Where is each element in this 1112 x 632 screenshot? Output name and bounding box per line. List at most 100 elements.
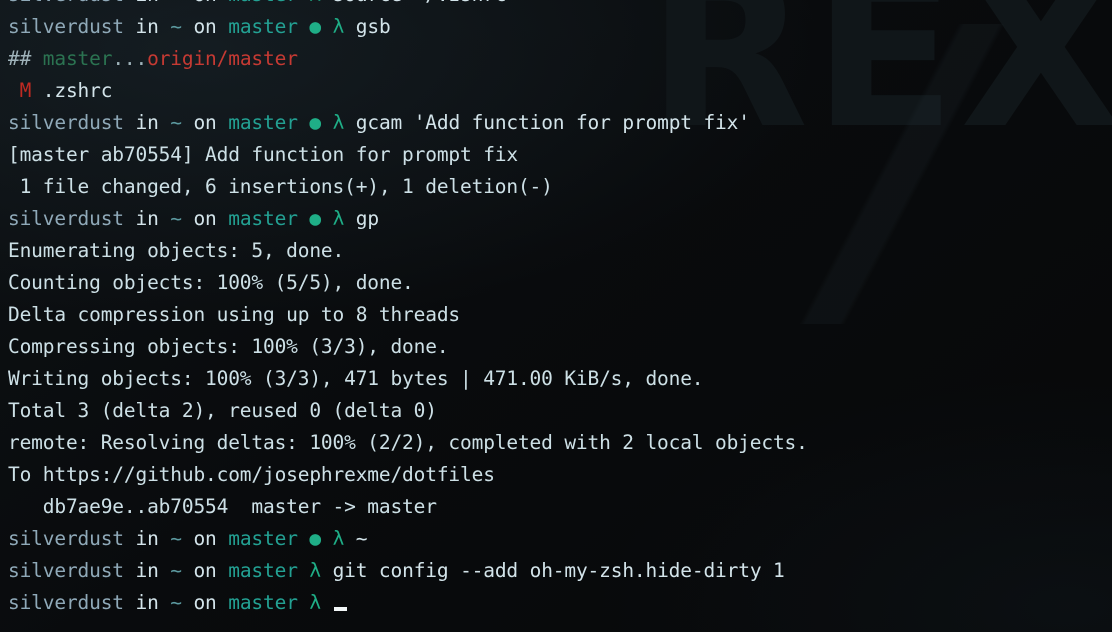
git-modified-file: .zshrc — [31, 79, 113, 102]
line-18-prompt-gitconfig[interactable]: silverdust in ~ on master λ git config -… — [0, 555, 1112, 587]
prompt-branch: master — [228, 0, 298, 6]
line-5-commit-result: [master ab70554] Add function for prompt… — [0, 139, 1112, 171]
output-text: Enumerating objects: 5, done. — [8, 239, 345, 262]
text-cursor — [333, 607, 347, 611]
git-status-hash: ## — [8, 47, 43, 70]
prompt-path: ~ — [170, 0, 182, 6]
output-text: 1 file changed, 6 insertions(+), 1 delet… — [8, 175, 553, 198]
lambda-prompt-icon: λ — [309, 591, 321, 614]
prompt-user: silverdust — [8, 527, 124, 550]
prompt-space3 — [321, 591, 333, 614]
prompt-on-word: on — [181, 207, 229, 230]
prompt-space2 — [321, 207, 333, 230]
line-3-git-modified-file: M .zshrc — [0, 75, 1112, 107]
prompt-user: silverdust — [8, 0, 124, 6]
line-4-prompt-gcam[interactable]: silverdust in ~ on master ● λ gcam 'Add … — [0, 107, 1112, 139]
prompt-path: ~ — [170, 591, 182, 614]
line-9-counting: Counting objects: 100% (5/5), done. — [0, 267, 1112, 299]
prompt-branch: master — [228, 111, 298, 134]
dirty-dot-icon: ● — [309, 15, 321, 38]
line-0-prompt-source[interactable]: silverdust in ~ on master λ source ~/.zs… — [0, 0, 1112, 11]
prompt-branch: master — [228, 15, 298, 38]
prompt-in-word: in — [123, 527, 171, 550]
line-6-commit-stats: 1 file changed, 6 insertions(+), 1 delet… — [0, 171, 1112, 203]
lambda-prompt-icon: λ — [332, 527, 345, 550]
git-local-branch: master — [42, 47, 113, 70]
prompt-branch: master — [228, 559, 298, 582]
prompt-space2 — [321, 527, 333, 550]
prompt-branch: master — [228, 527, 298, 550]
git-status-separator: ... — [112, 47, 148, 70]
prompt-command: ~ — [344, 527, 368, 550]
output-text: Counting objects: 100% (5/5), done. — [8, 271, 414, 294]
prompt-in-word: in — [123, 111, 171, 134]
prompt-in-word: in — [123, 15, 171, 38]
git-remote-branch: origin/master — [147, 47, 298, 70]
output-text: remote: Resolving deltas: 100% (2/2), co… — [8, 431, 808, 454]
git-modified-indent — [8, 79, 20, 102]
prompt-branch: master — [228, 207, 298, 230]
prompt-path: ~ — [170, 527, 182, 550]
output-text: [master ab70554] Add function for prompt… — [8, 143, 518, 166]
line-10-delta-compression: Delta compression using up to 8 threads — [0, 299, 1112, 331]
prompt-in-word: in — [123, 591, 171, 614]
prompt-space2 — [298, 591, 310, 614]
prompt-path: ~ — [170, 559, 182, 582]
line-11-compressing: Compressing objects: 100% (3/3), done. — [0, 331, 1112, 363]
dirty-dot-icon: ● — [309, 111, 321, 134]
line-15-to-remote: To https://github.com/josephrexme/dotfil… — [0, 459, 1112, 491]
prompt-on-word: on — [181, 111, 229, 134]
prompt-on-word: on — [181, 15, 229, 38]
prompt-user: silverdust — [8, 207, 124, 230]
prompt-in-word: in — [123, 207, 171, 230]
prompt-in-word: in — [124, 0, 170, 6]
prompt-on-word: on — [181, 527, 229, 550]
dirty-dot-icon: ● — [309, 527, 321, 550]
line-13-total: Total 3 (delta 2), reused 0 (delta 0) — [0, 395, 1112, 427]
terminal-screen: silverdust in ~ on master λ source ~/.zs… — [0, 0, 1112, 619]
prompt-user: silverdust — [8, 111, 124, 134]
prompt-space2 — [298, 559, 310, 582]
prompt-user: silverdust — [8, 559, 124, 582]
terminal-window[interactable]: REX silverdust in ~ on master λ source ~… — [0, 0, 1112, 632]
prompt-on-word: on — [181, 591, 229, 614]
prompt-on-word: on — [181, 559, 229, 582]
dirty-dot-icon: ● — [309, 207, 321, 230]
prompt-in-word: in — [123, 559, 171, 582]
line-2-git-branch-status: ## master...origin/master — [0, 43, 1112, 75]
lambda-prompt-icon: λ — [332, 15, 345, 38]
prompt-command: gcam 'Add function for prompt fix' — [344, 111, 750, 134]
line-19-prompt-active[interactable]: silverdust in ~ on master λ — [0, 587, 1112, 619]
lambda-prompt-icon: λ — [332, 207, 345, 230]
prompt-command: gp — [344, 207, 379, 230]
lambda-prompt-icon: λ — [332, 111, 345, 134]
prompt-space2 — [298, 0, 310, 6]
lambda-prompt-icon: λ — [309, 0, 321, 6]
prompt-command: git config --add oh-my-zsh.hide-dirty 1 — [320, 559, 785, 582]
line-14-remote-resolving: remote: Resolving deltas: 100% (2/2), co… — [0, 427, 1112, 459]
line-1-prompt-gsb[interactable]: silverdust in ~ on master ● λ gsb — [0, 11, 1112, 43]
line-8-enumerating: Enumerating objects: 5, done. — [0, 235, 1112, 267]
output-text: Compressing objects: 100% (3/3), done. — [8, 335, 449, 358]
prompt-command: gsb — [344, 15, 391, 38]
prompt-space2 — [321, 15, 333, 38]
line-12-writing: Writing objects: 100% (3/3), 471 bytes |… — [0, 363, 1112, 395]
prompt-path: ~ — [170, 207, 182, 230]
git-modified-flag: M — [19, 79, 32, 102]
lambda-prompt-icon: λ — [309, 559, 321, 582]
prompt-user: silverdust — [8, 15, 124, 38]
output-text: Delta compression using up to 8 threads — [8, 303, 461, 326]
line-17-prompt-tilde[interactable]: silverdust in ~ on master ● λ ~ — [0, 523, 1112, 555]
prompt-on-word: on — [182, 0, 228, 6]
prompt-branch: master — [228, 591, 298, 614]
prompt-user: silverdust — [8, 591, 124, 614]
line-7-prompt-gp[interactable]: silverdust in ~ on master ● λ gp — [0, 203, 1112, 235]
prompt-command: source ~/.zshrc — [321, 0, 507, 6]
prompt-path: ~ — [170, 111, 182, 134]
prompt-path: ~ — [170, 15, 182, 38]
line-16-refspec: db7ae9e..ab70554 master -> master — [0, 491, 1112, 523]
